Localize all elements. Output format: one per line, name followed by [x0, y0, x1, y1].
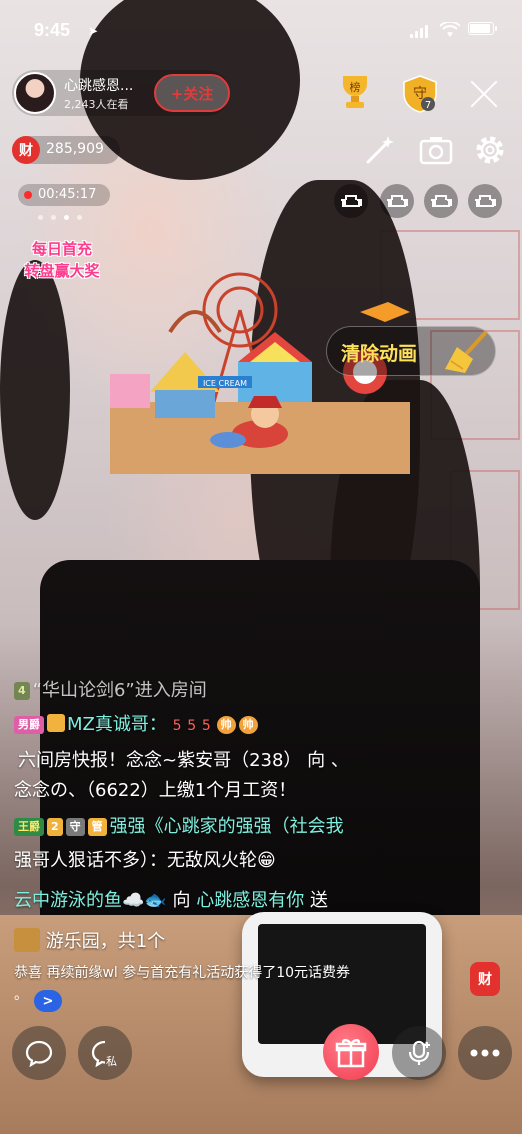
- guard-count: 7: [425, 100, 431, 111]
- promo-banner[interactable]: 每日首充 转盘赢大奖: [18, 236, 106, 288]
- system-message: 恭喜 再续前缘wl 参与首充有礼活动获得了10元话费券: [14, 965, 351, 981]
- manager-badge: 管: [87, 818, 107, 836]
- handsome-badge: 帅: [238, 716, 258, 734]
- chat-announcement-line: 六间房快报！念念~紫安哥（238） 向 、: [18, 750, 349, 771]
- gift-box-icon: [335, 1039, 367, 1068]
- vip-user-icon: [47, 714, 65, 732]
- level-badge: 4: [14, 682, 30, 700]
- amusement-park-gift-icon: [14, 928, 40, 952]
- chat-username[interactable]: 强强《心跳家的强强（社会我: [110, 816, 344, 837]
- tag-shield-icon: 5: [172, 718, 182, 734]
- host-name: 心跳感恩...: [64, 78, 134, 94]
- chat-bubble-icon: [25, 1040, 53, 1067]
- guard-shield-icon[interactable]: 守 7: [400, 74, 440, 114]
- promo-line1: 每日首充: [31, 240, 92, 258]
- ice-cream-sign: ICE CREAM: [203, 379, 247, 388]
- location-arrow-icon: ➤: [88, 24, 99, 38]
- gift-receiver[interactable]: 心跳感恩有你: [196, 890, 304, 911]
- wealth-counter[interactable]: 财 285,909: [12, 136, 120, 164]
- close-icon[interactable]: [468, 78, 500, 110]
- status-bar: 9:45 ➤: [0, 0, 522, 62]
- clear-animation-label: 清除动画: [341, 343, 418, 365]
- level-badge: 2: [47, 818, 63, 836]
- wealth-value: 285,909: [46, 141, 104, 157]
- gift-button[interactable]: [323, 1024, 379, 1080]
- private-message-button[interactable]: 私: [78, 1026, 132, 1080]
- wealth-side-button[interactable]: 财: [470, 962, 500, 996]
- noble-badge: 王爵: [14, 818, 44, 836]
- voice-mic-button[interactable]: [392, 1026, 446, 1080]
- sofa-seat-icon[interactable]: [334, 184, 368, 218]
- gift-count-text: 游乐园，共1个: [45, 931, 166, 952]
- cellular-signal-icon: [410, 24, 428, 38]
- chat-bubble-button[interactable]: [12, 1026, 66, 1080]
- wifi-icon: [440, 22, 460, 37]
- follow-button[interactable]: +关注: [154, 74, 230, 112]
- live-time: 00:45:17: [38, 187, 97, 202]
- handsome-badge: 帅: [216, 716, 236, 734]
- tag-shield-icon: 5: [187, 718, 197, 734]
- rank-label: 榜: [350, 80, 361, 94]
- guard-badge: 守: [65, 818, 85, 836]
- settings-gear-icon[interactable]: [472, 132, 508, 168]
- promo-line2: 转盘赢大奖: [24, 262, 100, 280]
- sofa-seat-icon[interactable]: [380, 184, 414, 218]
- clear-animation-button[interactable]: 清除动画: [326, 326, 496, 376]
- more-dots-icon: [470, 1049, 500, 1057]
- camera-icon[interactable]: [418, 132, 454, 168]
- gift-notice: 游乐园，共1个: [14, 928, 165, 955]
- enter-text: “华山论剑6”进入房间: [32, 680, 207, 701]
- status-time: 9:45: [34, 20, 71, 40]
- tag-shield-icon: 5: [201, 718, 211, 734]
- gift-action: 送: [304, 890, 329, 911]
- avatar[interactable]: [14, 72, 56, 114]
- gift-notice: 云中游泳的鱼☁️🐟 向 心跳感恩有你 送: [14, 888, 328, 914]
- magic-wand-icon[interactable]: [362, 132, 398, 168]
- battery-icon: [468, 22, 497, 35]
- wealth-badge: 财: [12, 136, 40, 164]
- chat-message-text: 强哥人狠话不多）：无敌风火轮😁: [14, 850, 276, 871]
- chat-message[interactable]: 王爵 2 守管强强《心跳家的强强（社会我: [14, 814, 344, 840]
- sofa-seat-icon[interactable]: [468, 184, 502, 218]
- chat-username[interactable]: MZ真诚哥：: [67, 714, 167, 735]
- chat-enter-notice: 4 “华山论剑6”进入房间: [14, 678, 207, 704]
- gift-verb: 向: [166, 890, 197, 911]
- viewer-count: 2,243人在看: [64, 98, 129, 111]
- pager-dots: [38, 215, 82, 220]
- gift-sender[interactable]: 云中游泳的鱼☁️🐟: [14, 890, 167, 911]
- live-dot-icon: [24, 191, 32, 199]
- chat-announcement-line: 念念の、（6622）上缴1个月工资！: [14, 780, 297, 801]
- system-message-tail: 。: [14, 987, 28, 1003]
- sofa-seat-icon[interactable]: [424, 184, 458, 218]
- chat-message[interactable]: 男爵 MZ真诚哥： 5 5 5 帅帅: [14, 712, 261, 739]
- broom-icon: [445, 331, 487, 373]
- live-duration: 00:45:17: [18, 184, 110, 206]
- microphone-icon: [408, 1040, 430, 1065]
- more-button[interactable]: [458, 1026, 512, 1080]
- private-label: 私: [106, 1055, 117, 1068]
- expand-chat-button[interactable]: >: [34, 990, 62, 1012]
- noble-badge: 男爵: [14, 716, 44, 734]
- rank-trophy-icon[interactable]: 榜: [335, 74, 375, 110]
